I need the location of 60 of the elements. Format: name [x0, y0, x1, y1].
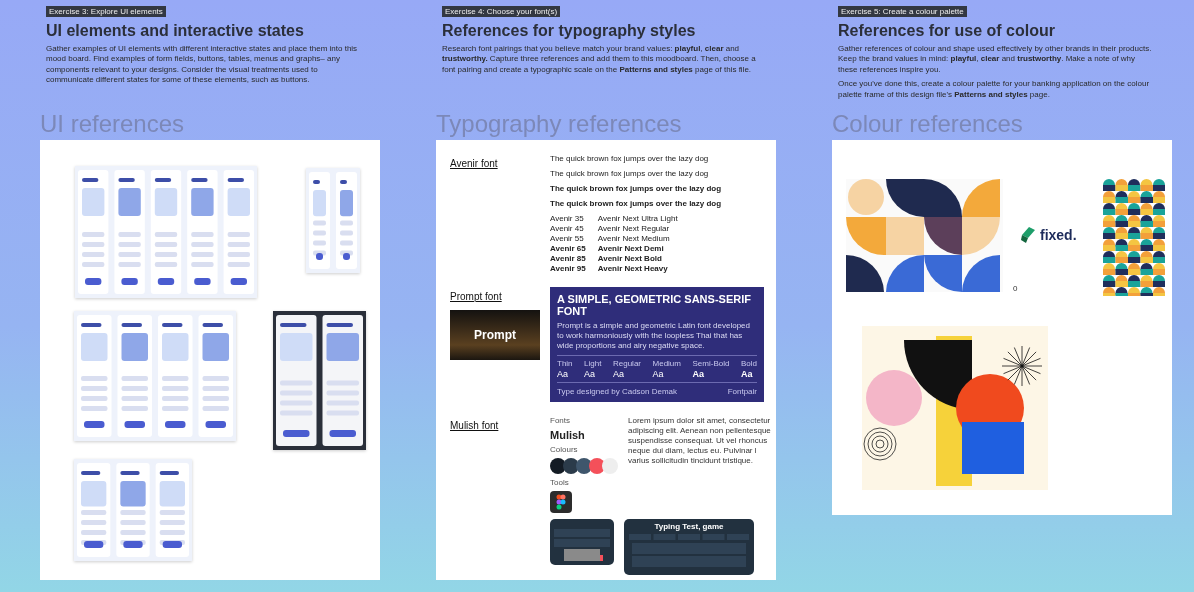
weight-name: Avenir 85 [550, 254, 586, 263]
font-sample: The quick brown fox jumps over the lazy dog [550, 169, 710, 178]
font-label: Mulish font [450, 420, 500, 432]
weight-name: Avenir Next Regular [597, 224, 671, 233]
weight-sample: Aa [692, 369, 706, 380]
tools-label: Tools [550, 478, 570, 488]
weight-sample: Aa [652, 369, 665, 380]
board-heading: Colour references [832, 110, 1024, 138]
design-tool-icon [550, 491, 572, 514]
section-title: References for use of colour [838, 22, 1056, 40]
font-banner: Prompt [450, 310, 540, 360]
weight-label: Thin [557, 359, 573, 369]
exercise-tag: Exercise 3: Explore UI elements [46, 6, 166, 17]
weight-name: Avenir Next Bold [597, 254, 663, 263]
leaf-logo-icon [1020, 226, 1036, 244]
font-sample: The quick brown fox jumps over the lazy dog [550, 184, 722, 193]
colours-label: Colours [550, 445, 579, 455]
exercise-tag: Exercise 4: Choose your font(s) [442, 6, 561, 17]
weight-name: Avenir 55 [550, 234, 585, 243]
board-heading: UI references [40, 110, 186, 138]
app-screenshot [550, 519, 614, 566]
section-title: UI elements and interactive states [46, 22, 305, 40]
weight-label: Bold [740, 359, 757, 369]
weight-sample: Aa [740, 369, 754, 380]
weight-name: Avenir 65 [550, 244, 586, 253]
description-text: Research font pairings that you believe match your brand values: playful, clear and trustworthy. Capture three references and add them to this moodboard. Then, choose a font pairing and create a typographic scale on the Patterns and styles page of this file. [442, 44, 757, 76]
weight-label: Semi-Bold [692, 359, 730, 369]
weight-name: Avenir Next Demi [597, 244, 665, 253]
exercise-tag: Exercise 5: Create a colour palette [838, 6, 967, 17]
weight-name: Avenir 45 [550, 224, 585, 233]
section-title: References for typography styles [442, 22, 697, 40]
weight-name: Avenir Next Heavy [597, 264, 669, 273]
weight-sample: Aa [613, 369, 625, 380]
font-label: Avenir font [450, 158, 499, 169]
weight-sample: Aa [557, 369, 569, 380]
image-caption: 0 [1013, 284, 1018, 293]
weight-label: Regular [613, 359, 641, 369]
font-sample: The quick brown fox jumps over the lazy dog [550, 199, 722, 208]
description-text: Gather examples of UI elements with different interactive states and place them into this mood board. Find examples of form fields, buttons, tables, menus and graphs– any components relevant to your designs. Consider the visual treatments used to communicate different states for some of these elements, such as buttons. [46, 44, 359, 86]
font-name: Mulish [550, 429, 586, 442]
description-text: Once you've done this, create a colour palette for your banking application on the colour palette frame of this design file's Patterns and styles page. [838, 79, 1151, 100]
poster-brand: Fontpair [727, 387, 757, 397]
brand-logo-text: fixed. [1040, 227, 1077, 243]
font-sample: The quick brown fox jumps over the lazy dog [550, 154, 710, 163]
weight-name: Avenir 35 [550, 214, 585, 223]
weight-name: Avenir Next Ultra Light [597, 214, 678, 223]
description-text: Gather references of colour and shape used effectively by other brands in their products. Keep the brand values in mind: playful, clear and trustworthy. Make a note of why these references inspire you. [838, 44, 1153, 76]
sample-paragraph: Lorem ipsum dolor sit amet, consectetur adipiscing elit. Aenean non pellentesque suspendisse consequat. Ut vel rhoncus neque dui diam, lectus eu. Pulvinar l varius sollicitudin tincidunt tristique. [628, 416, 772, 468]
fonts-label: Fonts [550, 416, 571, 426]
font-label: Prompt font [450, 291, 503, 302]
game-title: Typing Test, game [654, 522, 724, 532]
board-heading: Typography references [436, 110, 683, 138]
weight-name: Avenir 95 [550, 264, 586, 273]
weight-sample: Aa [584, 369, 597, 380]
poster-title: A SIMPLE, GEOMETRIC SANS-SERIF FONT [557, 293, 752, 318]
weight-label: Light [584, 359, 602, 369]
poster-text: Prompt is a simple and geometric Latin font developed to work harmoniously with the loopless Thai that has wide proportions and airy negative space. [557, 321, 751, 352]
poster-credit: Type designed by Cadson Demak [557, 387, 678, 397]
weight-label: Medium [652, 359, 681, 369]
weight-name: Avenir Next Medium [597, 234, 671, 243]
